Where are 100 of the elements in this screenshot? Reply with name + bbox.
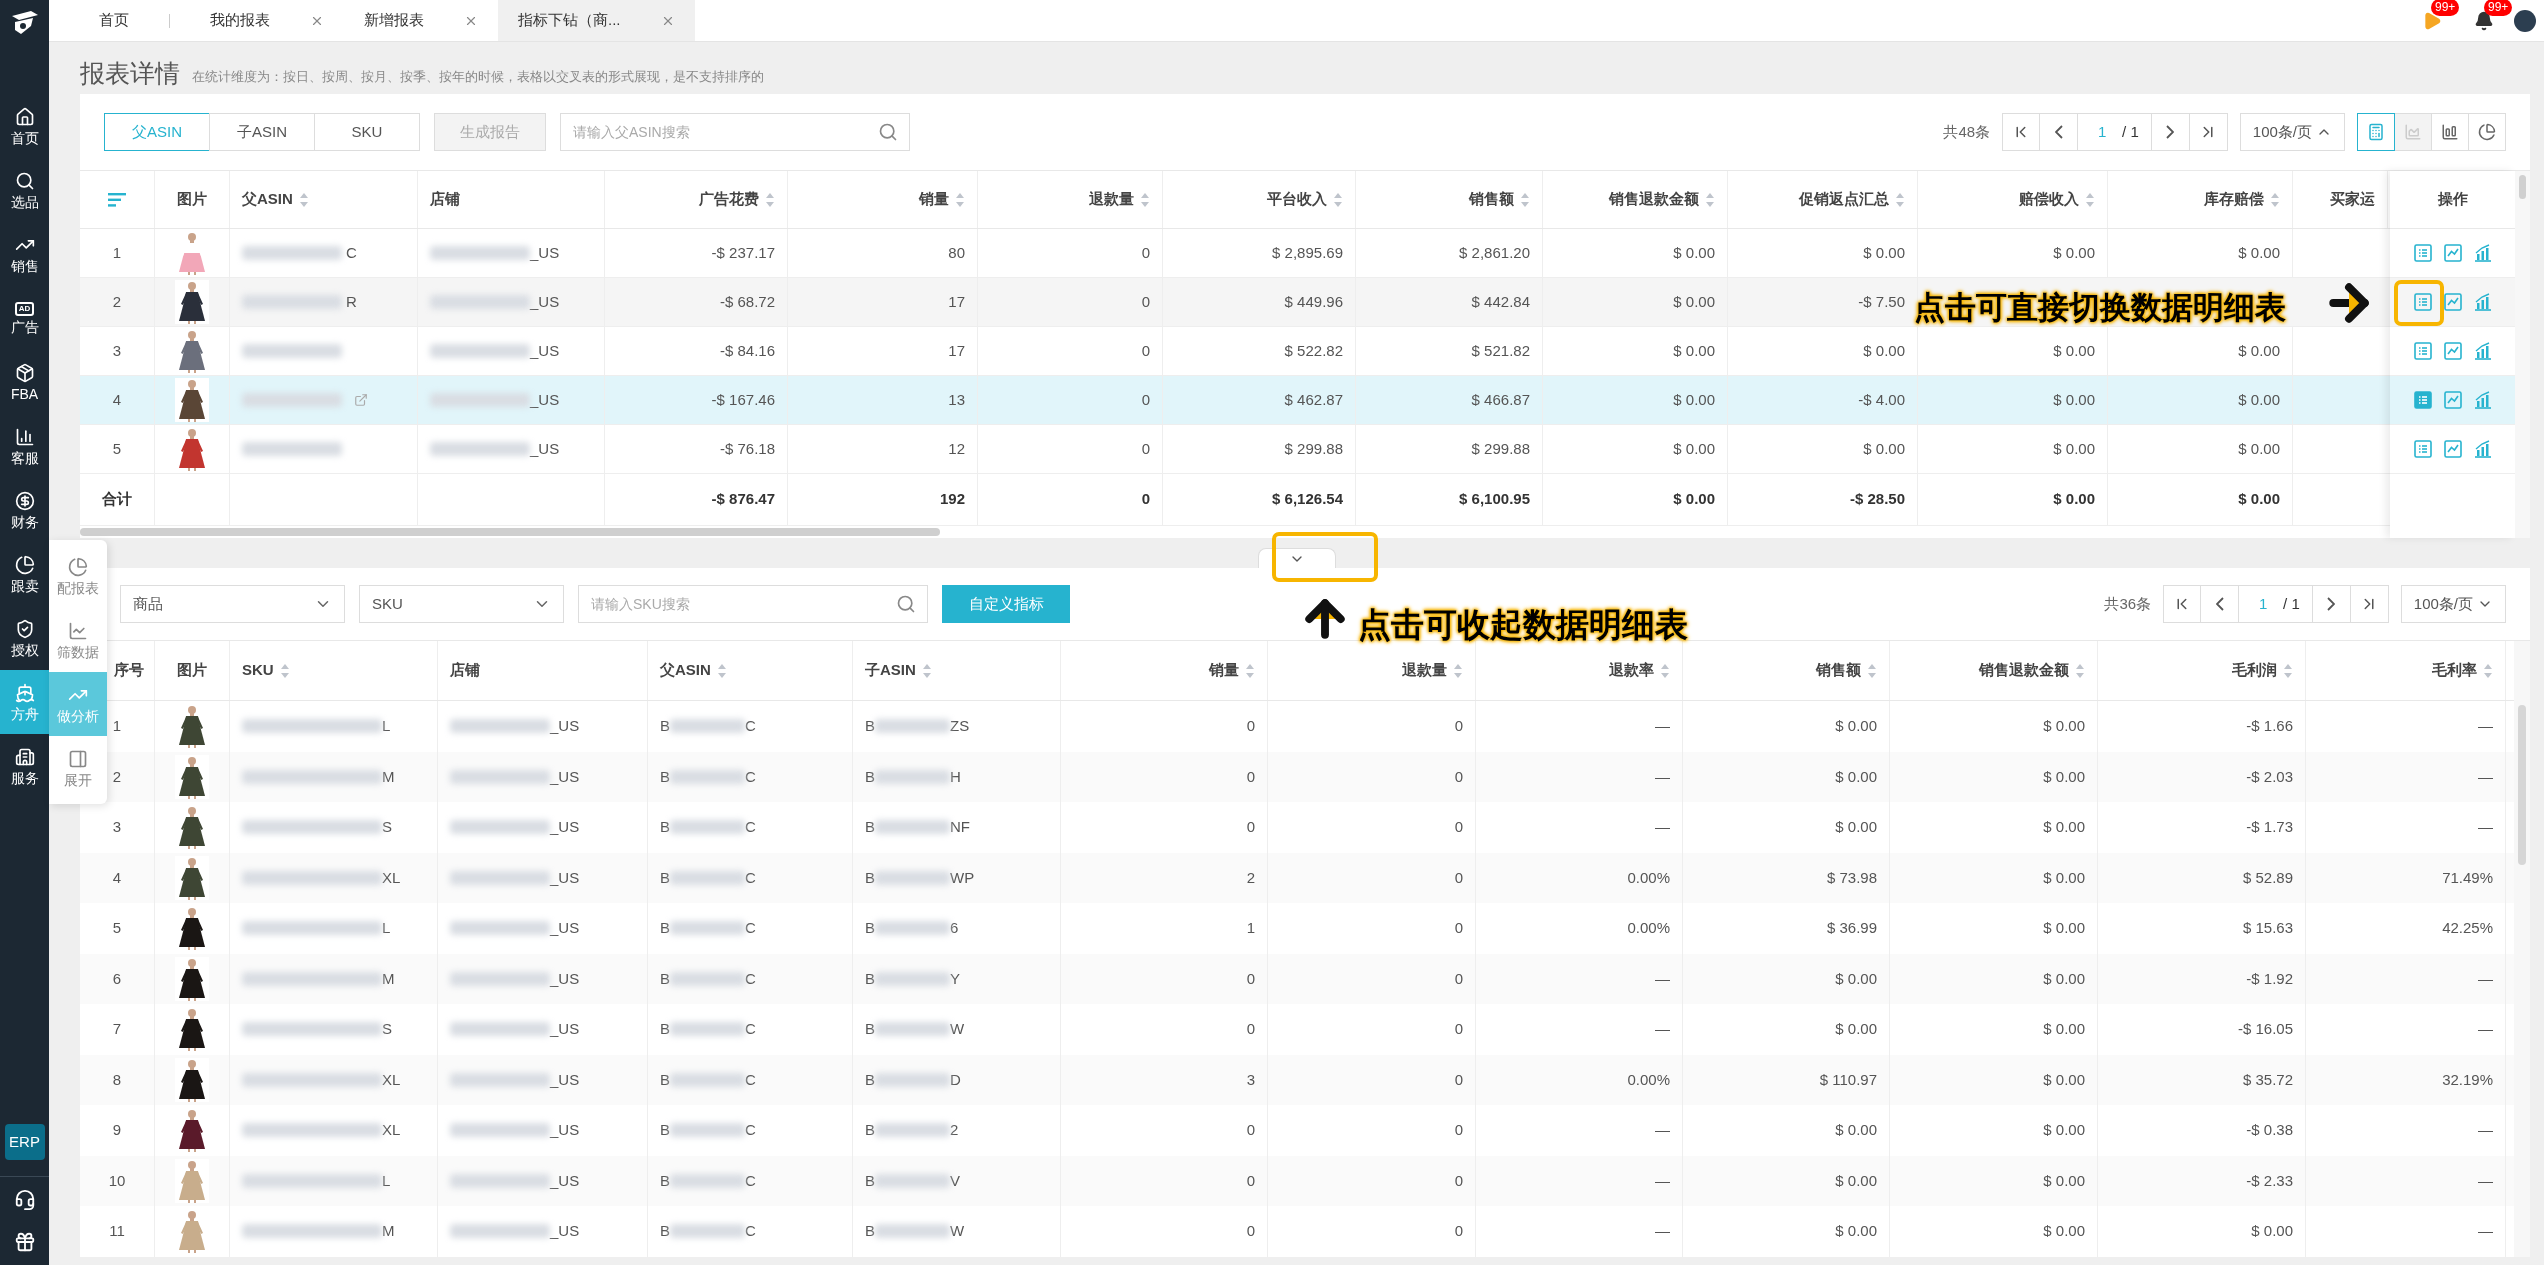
tool-panel-item[interactable]: 筛数据 bbox=[49, 608, 107, 672]
sidebar-item[interactable]: 授权 bbox=[0, 606, 49, 670]
sort-icon[interactable] bbox=[1333, 191, 1343, 208]
line-chart-icon[interactable] bbox=[2443, 293, 2462, 311]
table-cell-text: $ 0.00 bbox=[2043, 766, 2085, 787]
list-icon[interactable] bbox=[2413, 342, 2432, 360]
sort-icon[interactable] bbox=[1705, 191, 1715, 208]
table-cell-text: -$ 167.46 bbox=[711, 389, 775, 410]
avatar[interactable] bbox=[2514, 9, 2536, 32]
table-cell-text: 0 bbox=[1454, 766, 1463, 787]
table-cell-text: — bbox=[1655, 1170, 1670, 1191]
collapse-button[interactable] bbox=[1257, 548, 1336, 568]
table-cell-text: — bbox=[1655, 1221, 1670, 1241]
next-page-button[interactable] bbox=[2151, 113, 2190, 151]
erp-badge[interactable]: ERP bbox=[4, 1124, 45, 1160]
table-cell-text: $ 2,861.20 bbox=[1459, 242, 1530, 263]
bell-icon[interactable] bbox=[2474, 10, 2494, 31]
dropdown[interactable]: SKU bbox=[359, 585, 564, 623]
view-tab[interactable]: SKU bbox=[314, 113, 420, 151]
table-cell-text: B bbox=[660, 766, 670, 787]
bar-chart-icon[interactable] bbox=[2473, 293, 2492, 311]
sort-icon[interactable] bbox=[2270, 191, 2280, 208]
sort-icon[interactable] bbox=[765, 191, 775, 208]
table-cell-text: 8 bbox=[112, 1069, 122, 1090]
table-cell-text: WP bbox=[950, 867, 975, 888]
sort-icon[interactable] bbox=[2085, 191, 2095, 208]
table-cell-text: -$ 876.47 bbox=[711, 489, 775, 510]
table-cell-text: $ 0.00 bbox=[2043, 1019, 2085, 1039]
headset-icon[interactable] bbox=[13, 1189, 36, 1211]
table-cell-text: 0 bbox=[1141, 438, 1150, 459]
search-field[interactable]: 请输入父ASIN搜索 bbox=[560, 113, 910, 151]
next-page-button[interactable] bbox=[2312, 585, 2351, 623]
tool-panel-item[interactable]: 展开 bbox=[49, 736, 107, 800]
sidebar-item[interactable]: 客服 bbox=[0, 414, 49, 478]
sort-icon[interactable] bbox=[2283, 662, 2293, 679]
table-cell-text: -$ 16.05 bbox=[2237, 1019, 2293, 1039]
line-chart-icon[interactable] bbox=[2443, 342, 2462, 360]
list-icon[interactable] bbox=[2413, 440, 2432, 458]
sort-icon[interactable] bbox=[921, 662, 932, 679]
prev-page-button[interactable] bbox=[2040, 113, 2079, 151]
line-chart-icon[interactable] bbox=[2443, 244, 2462, 262]
sidebar-item[interactable]: FBA bbox=[0, 350, 49, 414]
sort-icon[interactable] bbox=[1453, 662, 1463, 679]
first-page-button[interactable] bbox=[2163, 585, 2202, 623]
scrollbar[interactable] bbox=[80, 528, 940, 536]
sort-icon[interactable] bbox=[1895, 191, 1905, 208]
bar-chart-icon[interactable] bbox=[2473, 342, 2492, 360]
page-size-select[interactable]: 100条/页 bbox=[2400, 585, 2506, 623]
search-icon[interactable] bbox=[878, 122, 898, 142]
chart-view-button[interactable] bbox=[2357, 113, 2395, 151]
sort-icon[interactable] bbox=[298, 191, 309, 208]
list-icon[interactable] bbox=[2413, 293, 2432, 311]
table-cell-text: $ 0.00 bbox=[2251, 1221, 2293, 1241]
scrollbar[interactable] bbox=[2519, 175, 2526, 199]
last-page-button[interactable] bbox=[2189, 113, 2228, 151]
last-page-button[interactable] bbox=[2350, 585, 2389, 623]
tool-panel-item[interactable]: 配报表 bbox=[49, 544, 107, 608]
sidebar-item[interactable]: 跟卖 bbox=[0, 542, 49, 606]
sort-icon[interactable] bbox=[1660, 662, 1670, 679]
tab[interactable]: 指标下钻（商... bbox=[498, 0, 695, 41]
table-cell-text: — bbox=[2478, 766, 2493, 787]
sort-icon[interactable] bbox=[279, 662, 290, 679]
line-chart-icon[interactable] bbox=[2443, 440, 2462, 458]
list-icon[interactable] bbox=[2413, 391, 2432, 409]
prev-page-button[interactable] bbox=[2201, 585, 2240, 623]
bar-chart-icon[interactable] bbox=[2473, 244, 2492, 262]
line-chart-icon[interactable] bbox=[2443, 391, 2462, 409]
sort-icon[interactable] bbox=[2075, 662, 2085, 679]
sidebar-item[interactable]: AD 广告 bbox=[0, 286, 49, 350]
sidebar-item[interactable]: 销售 bbox=[0, 222, 49, 286]
view-tab[interactable]: 子ASIN bbox=[209, 113, 315, 151]
sort-icon[interactable] bbox=[1520, 191, 1530, 208]
sort-icon[interactable] bbox=[1140, 191, 1150, 208]
sidebar-item[interactable]: 财务 bbox=[0, 478, 49, 542]
table-cell-text: $ 0.00 bbox=[1835, 716, 1877, 736]
first-page-button[interactable] bbox=[2002, 113, 2041, 151]
bar-chart-icon[interactable] bbox=[2473, 440, 2492, 458]
search-icon[interactable] bbox=[896, 594, 916, 614]
bar-chart-icon[interactable] bbox=[2473, 391, 2492, 409]
menu-icon[interactable] bbox=[108, 192, 126, 207]
calculator-icon bbox=[2367, 123, 2385, 141]
scrollbar[interactable] bbox=[2518, 705, 2526, 865]
sidebar-item[interactable]: 服务 bbox=[0, 734, 49, 798]
search-field[interactable]: 请输入SKU搜索 bbox=[578, 585, 928, 623]
list-icon[interactable] bbox=[2413, 244, 2432, 262]
table-cell-text: -$ 84.16 bbox=[719, 340, 775, 361]
sidebar-item[interactable]: 首页 bbox=[0, 94, 49, 158]
sort-icon[interactable] bbox=[2483, 662, 2493, 679]
sort-icon[interactable] bbox=[1867, 662, 1877, 679]
gift-icon[interactable] bbox=[13, 1231, 36, 1253]
sidebar-item[interactable]: 选品 bbox=[0, 158, 49, 222]
sort-icon[interactable] bbox=[1245, 662, 1255, 679]
dropdown[interactable]: 商品 bbox=[120, 585, 345, 623]
table-cell-text: $ 15.63 bbox=[2242, 918, 2293, 938]
sort-icon[interactable] bbox=[955, 191, 965, 208]
table-cell-text: 0.00% bbox=[1627, 918, 1670, 938]
page-size-select[interactable]: 100条/页 bbox=[2239, 113, 2345, 151]
external-link-icon[interactable] bbox=[354, 393, 368, 407]
flag-icon[interactable] bbox=[2422, 10, 2442, 31]
sort-icon[interactable] bbox=[716, 662, 727, 679]
